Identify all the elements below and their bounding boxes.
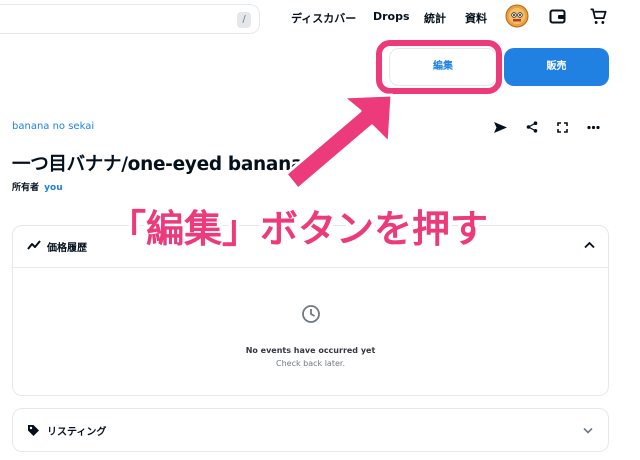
annotation-text: 「編集」ボタンを押す bbox=[108, 207, 489, 251]
